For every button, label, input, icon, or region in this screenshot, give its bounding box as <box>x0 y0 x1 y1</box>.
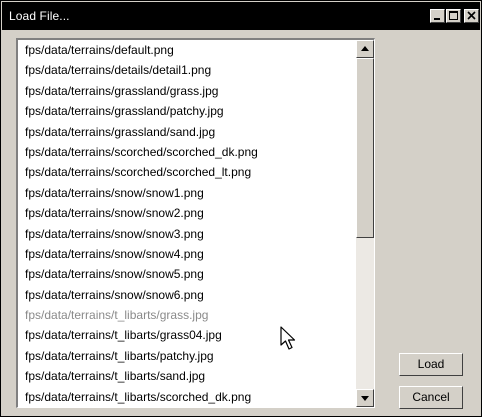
scrollbar-thumb[interactable] <box>356 58 374 238</box>
vertical-scrollbar[interactable] <box>356 40 374 407</box>
file-list-item[interactable]: fps/data/terrains/snow/snow1.png <box>18 183 356 203</box>
minimize-button[interactable] <box>430 9 445 23</box>
file-list-item[interactable]: fps/data/terrains/grassland/grass.jpg <box>18 81 356 101</box>
load-file-dialog: Load File... fps/data/terrains/default.p… <box>0 0 482 417</box>
title-bar[interactable]: Load File... <box>2 2 480 30</box>
load-button[interactable]: Load <box>399 353 463 376</box>
file-list-item[interactable]: fps/data/terrains/details/detail1.png <box>18 60 356 80</box>
file-list-item[interactable]: fps/data/terrains/t_libarts/patchy.jpg <box>18 346 356 366</box>
file-list-item[interactable]: fps/data/terrains/snow/snow4.png <box>18 244 356 264</box>
file-list[interactable]: fps/data/terrains/default.png fps/data/te… <box>16 38 375 408</box>
file-list-item[interactable]: fps/data/terrains/t_libarts/grass04.jpg <box>18 325 356 345</box>
window-title: Load File... <box>9 9 70 23</box>
close-icon <box>467 11 476 20</box>
scroll-up-button[interactable] <box>356 40 374 58</box>
minimize-icon <box>434 18 440 20</box>
file-list-item[interactable]: fps/data/terrains/snow/snow2.png <box>18 203 356 223</box>
file-list-item[interactable]: fps/data/terrains/scorched/scorched_dk.p… <box>18 142 356 162</box>
file-list-item[interactable]: fps/data/terrains/t_libarts/sand.jpg <box>18 366 356 386</box>
maximize-icon <box>449 11 458 20</box>
file-list-item[interactable]: fps/data/terrains/snow/snow5.png <box>18 264 356 284</box>
file-list-item[interactable]: fps/data/terrains/default.png <box>18 40 356 60</box>
scroll-down-button[interactable] <box>356 389 374 407</box>
file-list-item[interactable]: fps/data/terrains/snow/snow6.png <box>18 285 356 305</box>
close-button[interactable] <box>464 9 479 23</box>
cancel-button[interactable]: Cancel <box>399 386 463 409</box>
arrow-up-icon <box>361 46 369 51</box>
maximize-button[interactable] <box>446 9 461 23</box>
file-list-item[interactable]: fps/data/terrains/scorched/scorched_lt.p… <box>18 162 356 182</box>
mouse-pointer-icon <box>280 326 296 350</box>
file-list-item[interactable]: fps/data/terrains/t_libarts/grass.jpg <box>18 305 356 325</box>
file-list-item[interactable]: fps/data/terrains/grassland/sand.jpg <box>18 122 356 142</box>
file-list-item[interactable]: fps/data/terrains/t_libarts/scorched_dk.… <box>18 387 356 407</box>
file-list-item[interactable]: fps/data/terrains/grassland/patchy.jpg <box>18 101 356 121</box>
arrow-down-icon <box>361 396 369 401</box>
file-list-item[interactable]: fps/data/terrains/snow/snow3.png <box>18 224 356 244</box>
file-list-items: fps/data/terrains/default.png fps/data/te… <box>18 40 356 407</box>
